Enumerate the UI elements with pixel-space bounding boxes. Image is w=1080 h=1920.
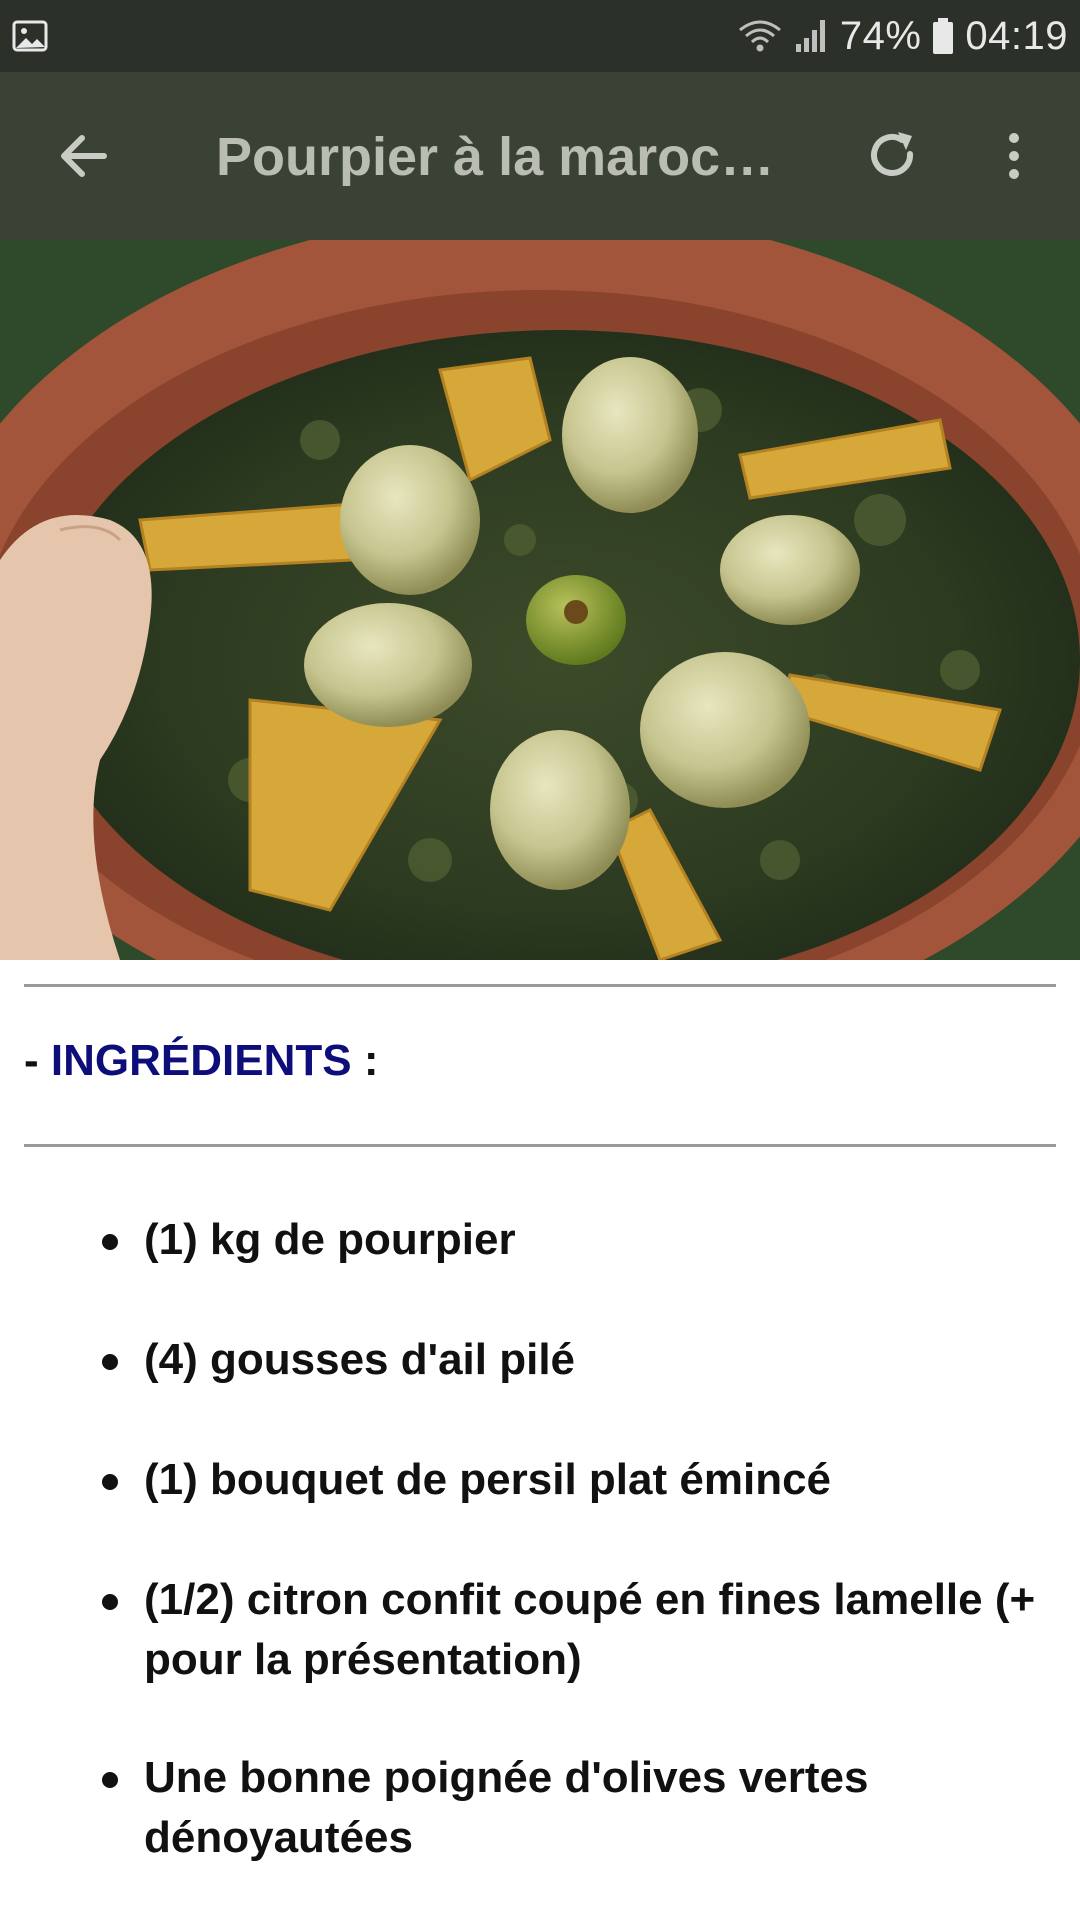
ingredient-text: Une bonne poignée d'olives vertes dénoya… [144, 1753, 869, 1862]
ingredient-text: (4) gousses d'ail pilé [144, 1335, 576, 1384]
bullet-icon [102, 1474, 118, 1490]
list-item: Une bonne poignée d'olives vertes dénoya… [102, 1748, 1046, 1868]
ingredient-text: (1) kg de pourpier [144, 1215, 516, 1264]
ingredient-text: (1) bouquet de persil plat émincé [144, 1455, 832, 1504]
heading-prefix: - [24, 1036, 51, 1085]
divider-top [24, 984, 1056, 987]
list-item: (1) bouquet de persil plat émincé [102, 1450, 1046, 1510]
list-item: (1) kg de pourpier [102, 1210, 1046, 1270]
heading-suffix: : [351, 1036, 379, 1085]
battery-percent: 74% [839, 13, 922, 58]
bullet-icon [102, 1234, 118, 1250]
list-item: (4) gousses d'ail pilé [102, 1330, 1046, 1390]
recipe-photo [0, 240, 1080, 960]
page-title: Pourpier à la maroc… [216, 127, 775, 187]
gallery-icon [12, 20, 48, 52]
clock: 04:19 [965, 13, 1068, 58]
signal-icon [795, 20, 825, 52]
list-item: (1/2) citron confit coupé en fines lamel… [102, 1570, 1046, 1690]
more-vertical-icon[interactable] [998, 124, 1030, 188]
ingredient-text: (1/2) citron confit coupé en fines lamel… [144, 1575, 1036, 1684]
heading-ingredients: INGRÉDIENTS [50, 1036, 352, 1085]
refresh-icon[interactable] [860, 124, 924, 188]
bullet-icon [102, 1772, 118, 1788]
back-arrow-icon[interactable] [52, 124, 116, 188]
divider-bottom [24, 1144, 1056, 1147]
app-bar: Pourpier à la maroc… [0, 72, 1080, 240]
section-heading: - INGRÉDIENTS : [24, 1036, 378, 1086]
status-bar: 74% 04:19 [0, 0, 1080, 72]
wifi-icon [738, 20, 781, 52]
bullet-icon [102, 1594, 118, 1610]
battery-icon [933, 18, 954, 54]
bullet-icon [102, 1354, 118, 1370]
